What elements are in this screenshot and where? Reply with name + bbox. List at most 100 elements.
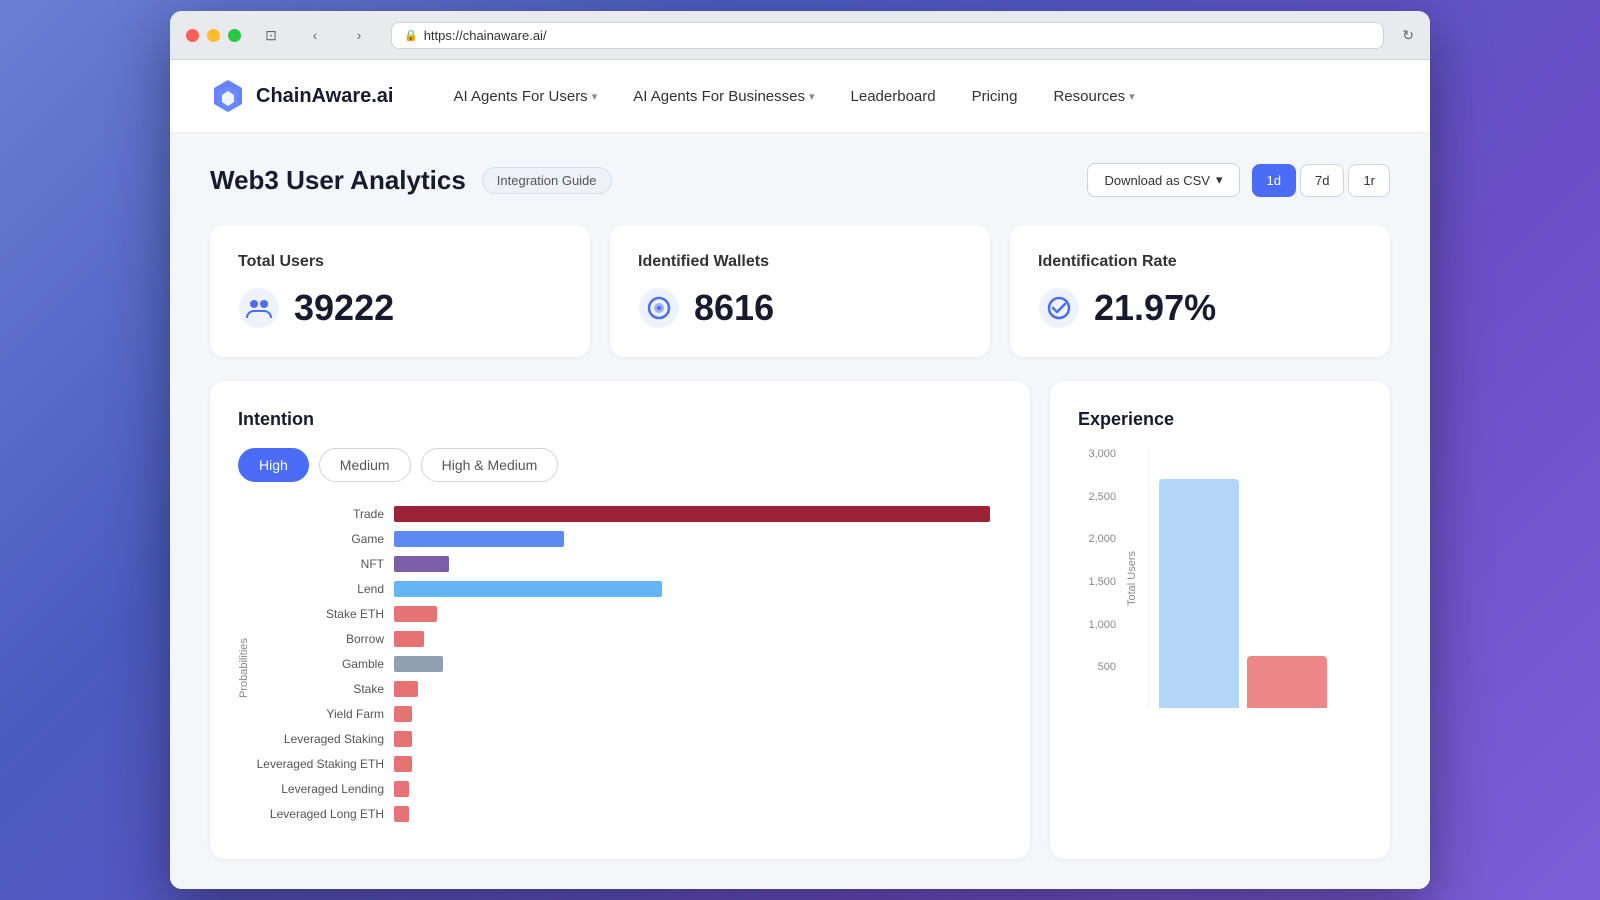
chart-bar-container-lend <box>394 581 1002 597</box>
nav-item-ai-businesses[interactable]: AI Agents For Businesses ▾ <box>633 88 814 105</box>
nav-item-leaderboard[interactable]: Leaderboard <box>851 88 936 105</box>
main-content: Web3 User Analytics Integration Guide Do… <box>170 133 1430 889</box>
intention-filter-tabs: High Medium High & Medium <box>238 448 1002 482</box>
stat-card-identified-wallets: Identified Wallets 8616 <box>610 225 990 357</box>
chart-bar-yield-farm <box>394 706 412 722</box>
navbar: ChainAware.ai AI Agents For Users ▾ AI A… <box>170 60 1430 133</box>
chart-row-game: Game <box>254 531 1002 547</box>
chart-label-gamble: Gamble <box>254 657 384 671</box>
experience-card: Experience 3,000 2,500 2,000 1,500 1,000… <box>1050 381 1390 859</box>
forward-button[interactable]: › <box>345 21 373 49</box>
nav-item-pricing[interactable]: Pricing <box>972 88 1018 105</box>
url-bar[interactable]: 🔒 https://chainaware.ai/ <box>391 22 1384 49</box>
integration-guide-button[interactable]: Integration Guide <box>482 167 612 194</box>
logo[interactable]: ChainAware.ai <box>210 78 393 114</box>
stat-value-total-users: 39222 <box>294 287 394 329</box>
exp-y-label-500: 500 <box>1098 661 1116 673</box>
reload-button[interactable]: ↻ <box>1402 27 1414 44</box>
chart-bar-container-leveraged-staking-eth <box>394 756 1002 772</box>
nav-item-ai-users[interactable]: AI Agents For Users ▾ <box>453 88 597 105</box>
exp-bar-blue <box>1159 479 1239 708</box>
chart-bar-lend <box>394 581 662 597</box>
download-csv-button[interactable]: Download as CSV ▾ <box>1087 163 1239 197</box>
chart-bar-container-borrow <box>394 631 1002 647</box>
exp-y-label-3000: 3,000 <box>1088 448 1116 460</box>
chart-bar-container-yield-farm <box>394 706 1002 722</box>
intention-title: Intention <box>238 409 1002 430</box>
chart-bar-leveraged-long-eth <box>394 806 409 822</box>
header-controls: Download as CSV ▾ 1d 7d 1r <box>1087 163 1390 197</box>
chart-label-game: Game <box>254 532 384 546</box>
chart-bar-container-stake <box>394 681 1002 697</box>
bottom-row: Intention High Medium High & Medium Prob… <box>210 381 1390 859</box>
exp-bar-red <box>1247 656 1327 708</box>
chevron-down-icon: ▾ <box>592 90 598 103</box>
exp-y-label-1500: 1,500 <box>1088 576 1116 588</box>
stat-value-row-total-users: 39222 <box>238 287 562 329</box>
back-button[interactable]: ‹ <box>301 21 329 49</box>
page-header: Web3 User Analytics Integration Guide Do… <box>210 163 1390 197</box>
exp-y-label-2500: 2,500 <box>1088 491 1116 503</box>
filter-tab-medium[interactable]: Medium <box>319 448 411 482</box>
chart-row-leveraged-staking: Leveraged Staking <box>254 731 1002 747</box>
intention-card: Intention High Medium High & Medium Prob… <box>210 381 1030 859</box>
page-title-row: Web3 User Analytics Integration Guide <box>210 165 612 196</box>
logo-text: ChainAware.ai <box>256 85 393 108</box>
nav-item-resources[interactable]: Resources ▾ <box>1053 88 1134 105</box>
page-title: Web3 User Analytics <box>210 165 466 196</box>
chart-label-leveraged-long-eth: Leveraged Long ETH <box>254 807 384 821</box>
chart-label-leveraged-staking-eth: Leveraged Staking ETH <box>254 757 384 771</box>
stat-value-row-identification-rate: 21.97% <box>1038 287 1362 329</box>
stat-value-identification-rate: 21.97% <box>1094 287 1216 329</box>
chart-bar-container-leveraged-lending <box>394 781 1002 797</box>
chart-bar-container-gamble <box>394 656 1002 672</box>
chevron-down-icon: ▾ <box>1216 172 1223 188</box>
sidebar-toggle[interactable]: ⊡ <box>257 21 285 49</box>
chart-label-trade: Trade <box>254 507 384 521</box>
chart-bar-leveraged-staking-eth <box>394 756 412 772</box>
chart-row-leveraged-lending: Leveraged Lending <box>254 781 1002 797</box>
rate-icon <box>1038 287 1080 329</box>
chart-row-leveraged-staking-eth: Leveraged Staking ETH <box>254 756 1002 772</box>
time-filter-group: 1d 7d 1r <box>1252 164 1391 197</box>
chart-bar-container-leveraged-staking <box>394 731 1002 747</box>
experience-title: Experience <box>1078 409 1362 430</box>
chart-bar-stake <box>394 681 418 697</box>
exp-y-label-2000: 2,000 <box>1088 533 1116 545</box>
chart-label-leveraged-staking: Leveraged Staking <box>254 732 384 746</box>
traffic-light-green[interactable] <box>228 29 241 42</box>
chart-bar-gamble <box>394 656 443 672</box>
chart-row-nft: NFT <box>254 556 1002 572</box>
chart-row-trade: Trade <box>254 506 1002 522</box>
stat-label-identification-rate: Identification Rate <box>1038 253 1362 271</box>
chart-bar-borrow <box>394 631 424 647</box>
chart-bar-container-game <box>394 531 1002 547</box>
chart-label-stake-eth: Stake ETH <box>254 607 384 621</box>
nav-links: AI Agents For Users ▾ AI Agents For Busi… <box>453 88 1390 105</box>
traffic-light-red[interactable] <box>186 29 199 42</box>
chart-bar-container-stake-eth <box>394 606 1002 622</box>
chart-label-nft: NFT <box>254 557 384 571</box>
chart-bar-nft <box>394 556 449 572</box>
chart-label-borrow: Borrow <box>254 632 384 646</box>
chart-row-stake: Stake <box>254 681 1002 697</box>
exp-y-label-1000: 1,000 <box>1088 619 1116 631</box>
wallet-icon <box>638 287 680 329</box>
chart-row-gamble: Gamble <box>254 656 1002 672</box>
time-filter-7d[interactable]: 7d <box>1300 164 1344 197</box>
chart-row-leveraged-long-eth: Leveraged Long ETH <box>254 806 1002 822</box>
time-filter-1d[interactable]: 1d <box>1252 164 1296 197</box>
lock-icon: 🔒 <box>404 29 418 42</box>
chart-row-yield-farm: Yield Farm <box>254 706 1002 722</box>
filter-tab-high[interactable]: High <box>238 448 309 482</box>
filter-tab-high-medium[interactable]: High & Medium <box>421 448 559 482</box>
chart-bar-container-leveraged-long-eth <box>394 806 1002 822</box>
chart-bar-stake-eth <box>394 606 437 622</box>
logo-icon <box>210 78 246 114</box>
stat-label-identified-wallets: Identified Wallets <box>638 253 962 271</box>
traffic-light-yellow[interactable] <box>207 29 220 42</box>
stats-row: Total Users 3 <box>210 225 1390 357</box>
time-filter-1r[interactable]: 1r <box>1348 164 1390 197</box>
stat-value-identified-wallets: 8616 <box>694 287 774 329</box>
chart-bar-container-nft <box>394 556 1002 572</box>
